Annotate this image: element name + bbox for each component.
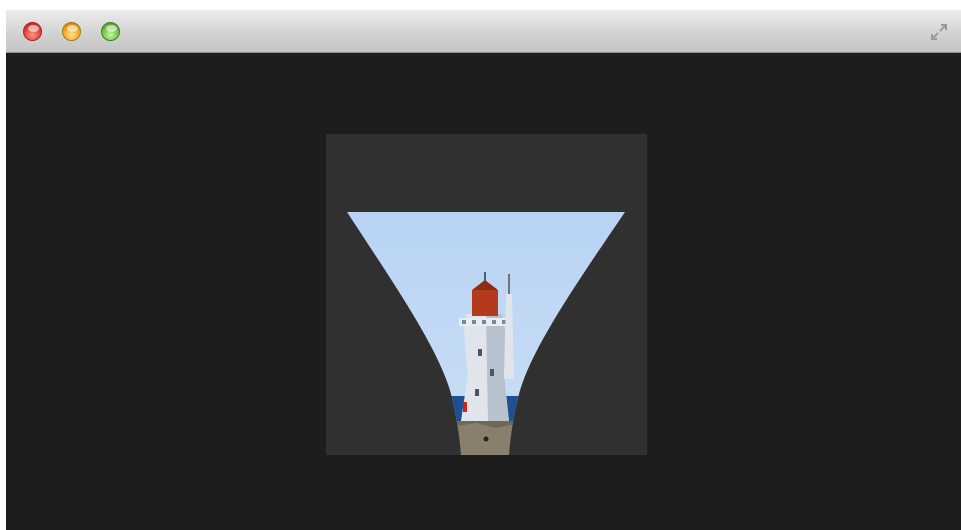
genie-warped-photo (347, 212, 625, 455)
photo-content (347, 212, 625, 455)
fullscreen-arrows-icon[interactable] (930, 23, 948, 41)
app-window (6, 10, 961, 530)
zoom-button[interactable] (101, 22, 120, 41)
image-stage (326, 134, 647, 455)
title-bar[interactable] (6, 10, 961, 53)
window-content (6, 53, 961, 530)
close-button[interactable] (23, 22, 42, 41)
minimize-button[interactable] (62, 22, 81, 41)
